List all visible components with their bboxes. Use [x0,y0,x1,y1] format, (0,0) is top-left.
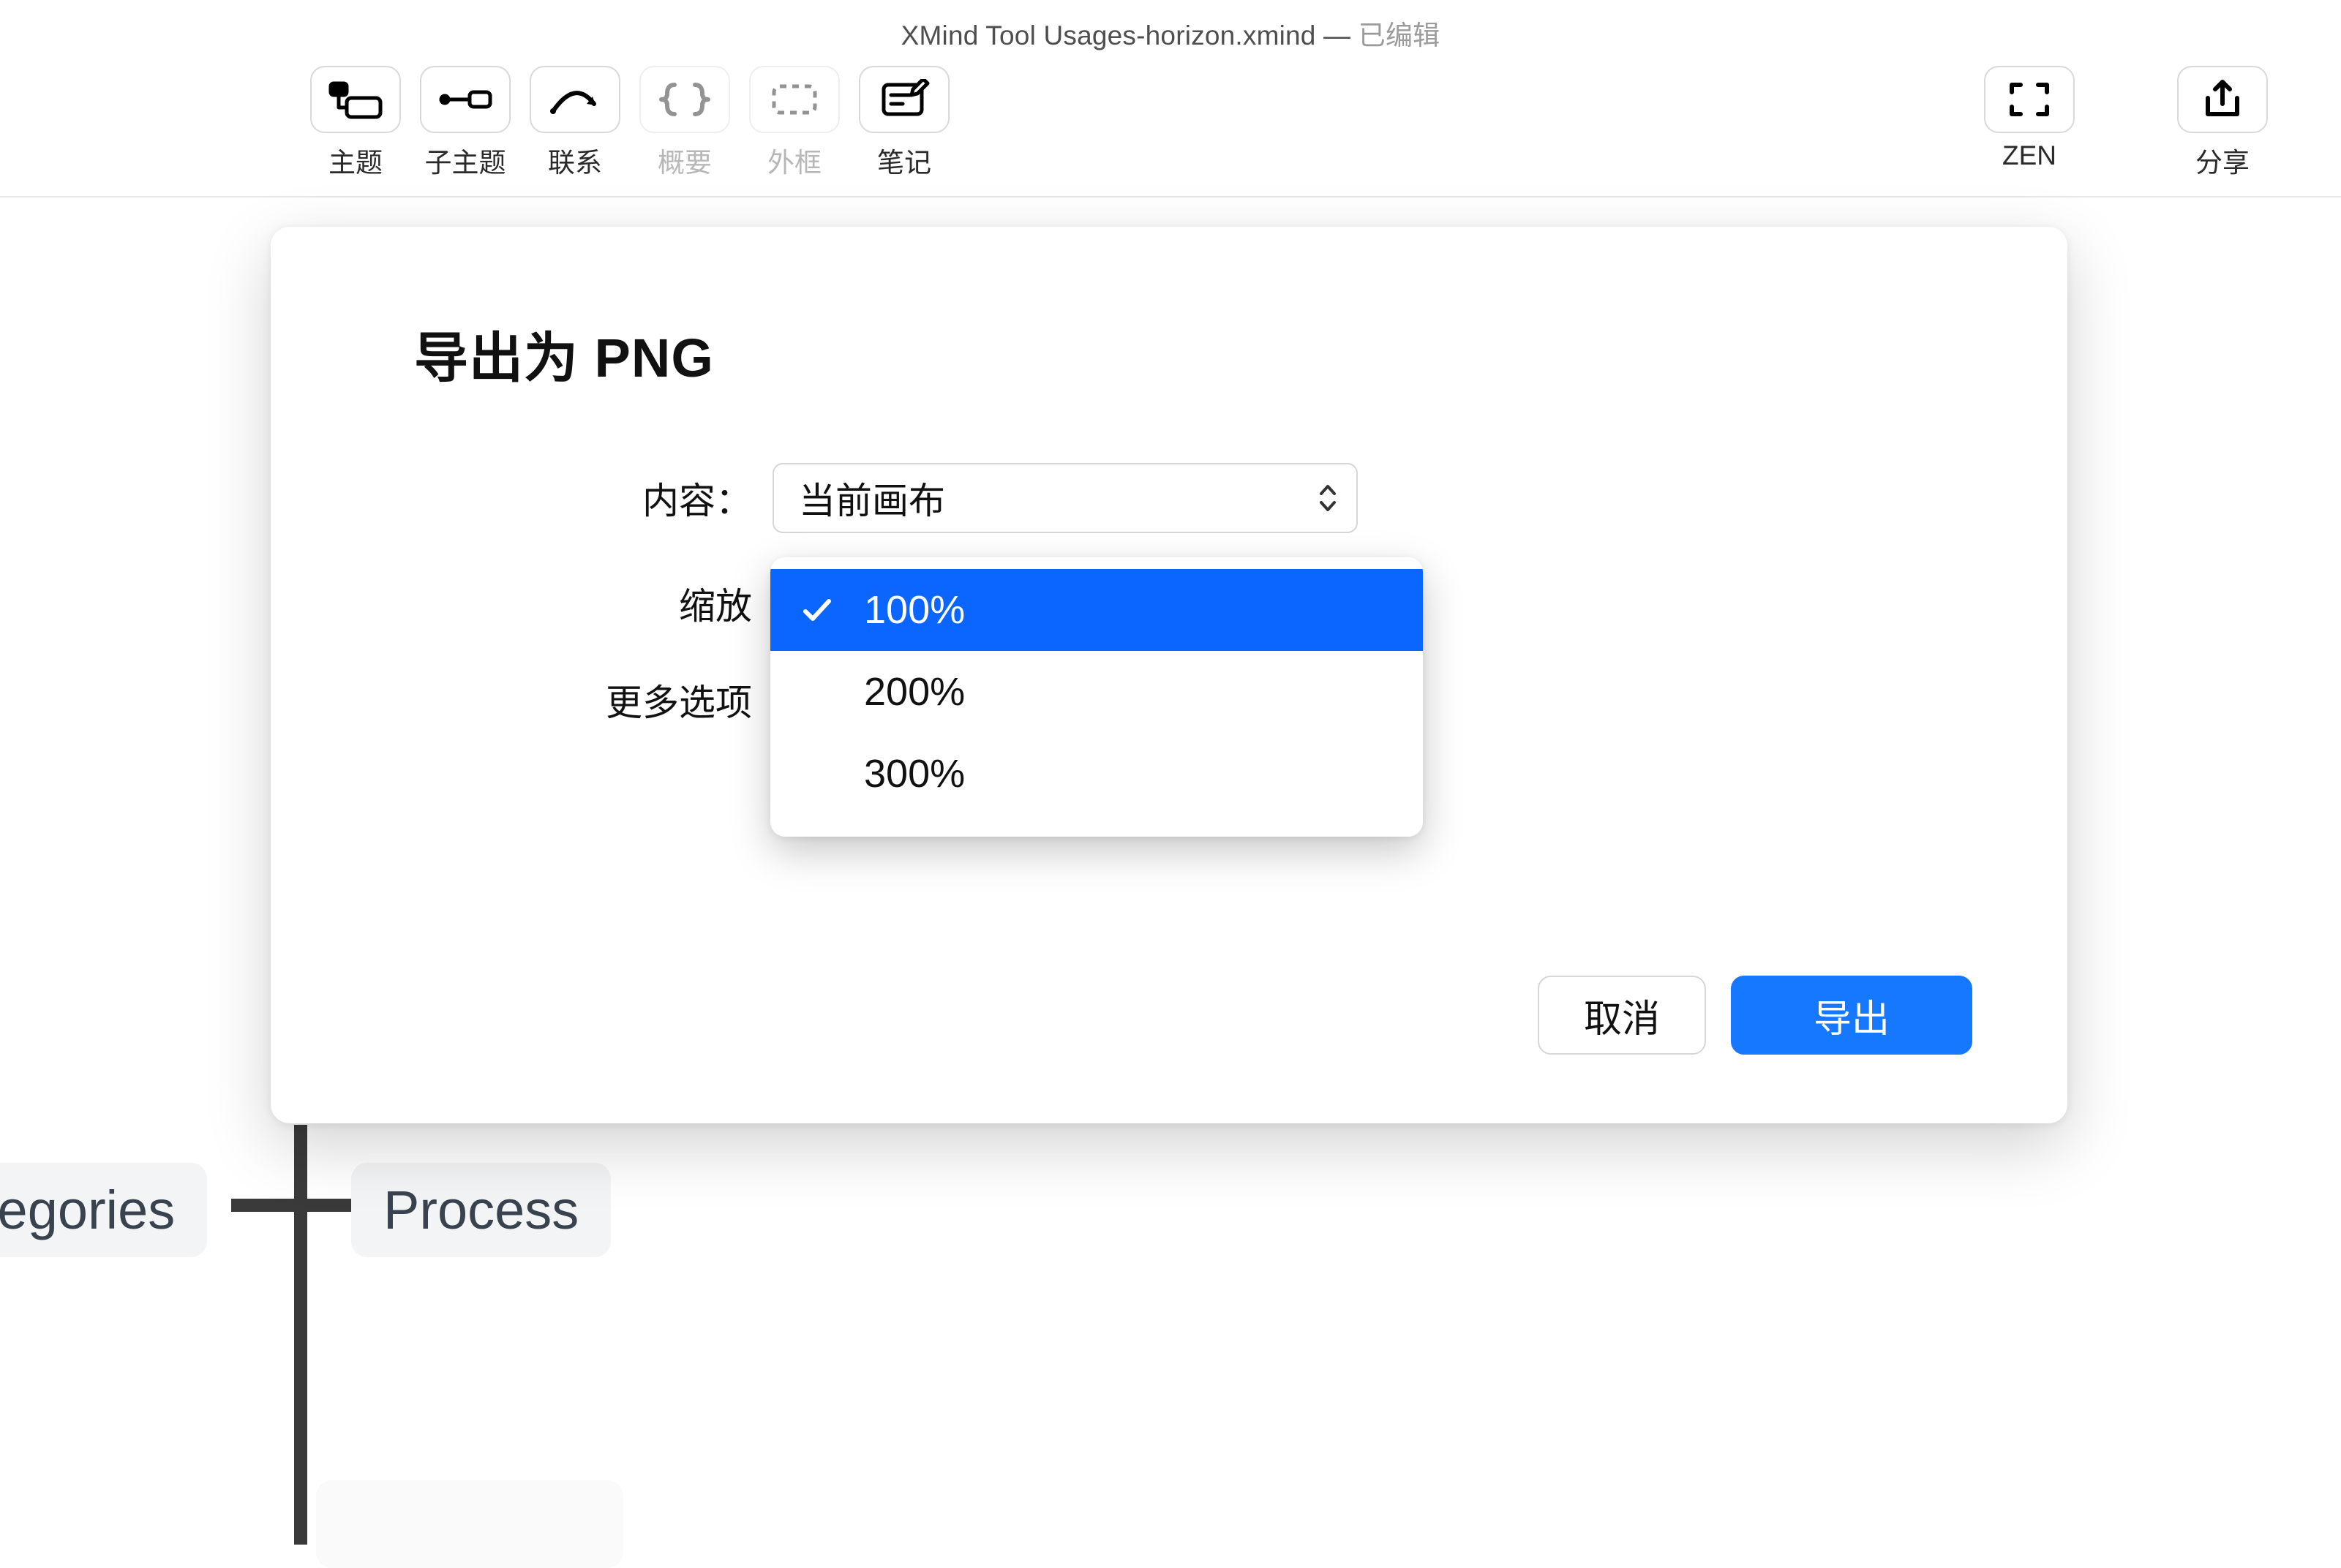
summary-button [639,66,730,133]
toolbar-right-cluster: ZEN 分享 [1984,66,2268,180]
zen-button[interactable] [1984,66,2075,133]
subtopic-button[interactable] [420,66,511,133]
zoom-option-label: 300% [864,751,965,796]
dialog-actions: 取消 导出 [1538,976,1972,1055]
zoom-option-label: 200% [864,669,965,715]
boundary-icon [767,79,822,120]
relationship-icon [547,79,603,120]
form-row-content: 内容： 当前画布 [414,463,1924,533]
window-title-separator: — [1316,20,1359,50]
zoom-option-100[interactable]: 100% [770,569,1423,651]
zoom-dropdown: 100% 200% 300% [770,557,1423,837]
share-button[interactable] [2177,66,2268,133]
summary-icon [657,79,713,120]
summary-label: 概要 [658,140,712,180]
toolbar-item-summary: 概要 [639,66,730,180]
content-label: 内容： [414,472,773,524]
zoom-label: 缩放 [414,577,773,630]
main-toolbar: 主题 子主题 联系 概要 [0,63,2341,197]
cancel-button[interactable]: 取消 [1538,976,1706,1055]
boundary-label: 外框 [767,140,822,180]
topic-icon [328,79,383,120]
window-edited-suffix: 已编辑 [1359,20,1440,50]
notes-icon [876,79,932,120]
relationship-label: 联系 [548,140,602,180]
topic-label: 主题 [328,140,383,180]
select-stepper-icon [1317,482,1339,514]
share-icon [2195,79,2250,120]
toolbar-item-boundary: 外框 [749,66,840,180]
toolbar-item-zen: ZEN [1984,66,2075,171]
boundary-button [749,66,840,133]
share-label: 分享 [2195,140,2250,180]
check-icon [801,594,833,626]
subtopic-label: 子主题 [425,140,506,180]
mindmap-node-partial[interactable] [316,1480,623,1568]
toolbar-item-topic: 主题 [310,66,401,180]
zoom-option-300[interactable]: 300% [770,733,1423,815]
export-button[interactable]: 导出 [1731,976,1972,1055]
dialog-title: 导出为 PNG [414,314,1924,393]
zoom-option-200[interactable]: 200% [770,651,1423,733]
notes-label: 笔记 [877,140,931,180]
content-select[interactable]: 当前画布 [773,463,1358,533]
fullscreen-icon [2002,79,2057,120]
window-filename: XMind Tool Usages-horizon.xmind [901,20,1316,50]
notes-button[interactable] [859,66,950,133]
toolbar-item-relationship: 联系 [530,66,620,180]
window-titlebar: XMind Tool Usages-horizon.xmind — 已编辑 [0,0,2341,63]
toolbar-item-share: 分享 [2177,66,2268,180]
mindmap-node-categories[interactable]: tegories [0,1163,207,1257]
toolbar-item-notes: 笔记 [859,66,950,180]
content-select-value: 当前画布 [799,472,945,524]
relationship-button[interactable] [530,66,620,133]
more-options-label: 更多选项 [414,674,773,726]
zen-label: ZEN [2002,140,2056,171]
topic-button[interactable] [310,66,401,133]
mindmap-connector-vertical [294,1125,307,1545]
toolbar-item-subtopic: 子主题 [420,66,511,180]
mindmap-connector-horizontal [231,1199,363,1212]
toolbar-left-cluster: 主题 子主题 联系 概要 [310,66,950,180]
mindmap-node-process[interactable]: Process [351,1163,611,1257]
zoom-option-label: 100% [864,587,965,633]
subtopic-icon [437,79,493,120]
